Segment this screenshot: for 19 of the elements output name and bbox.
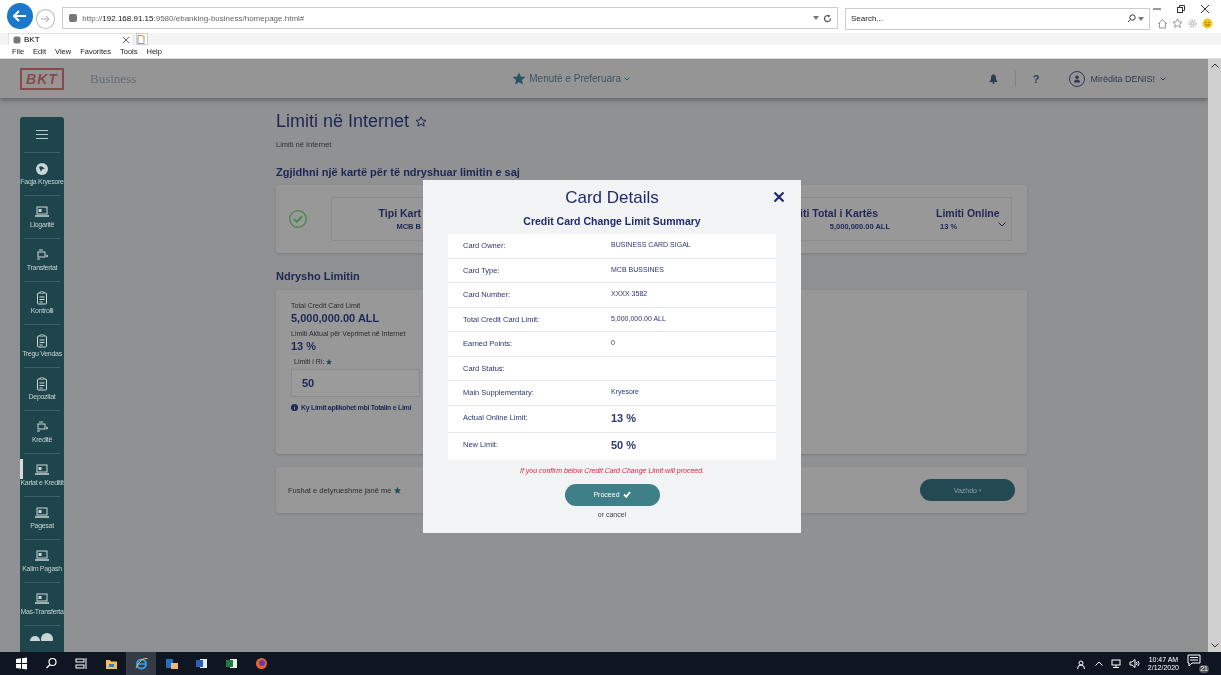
help-link[interactable]: ?: [1032, 72, 1040, 85]
section-heading: Ndrysho Limitin: [276, 270, 360, 282]
page-title: Limiti në Internet: [276, 111, 410, 132]
section-heading: Zgjidhni një kartë për të ndryshuar limitin e saj: [276, 166, 520, 178]
detail-value: 50 %: [611, 439, 637, 451]
field-value: 5,000,000.00 ALL: [291, 312, 380, 324]
address-bar[interactable]: http://192.168.91.15:9580/ebanking-business/homepage.html#: [62, 7, 838, 29]
limit-input[interactable]: 50: [291, 369, 420, 397]
browser-tab[interactable]: BKT: [8, 33, 134, 45]
search-field[interactable]: Search...: [845, 7, 1150, 30]
user-menu[interactable]: Mirëdita DENIS!: [1069, 70, 1166, 87]
dialog-subtitle: Credit Card Change Limit Summary: [523, 215, 701, 227]
card-column-heading: Limiti Online: [936, 207, 1001, 219]
card-column-heading: iti Total i Kartës: [800, 207, 878, 219]
card-column-heading: Tipi Kart: [377, 207, 421, 219]
url-text: http://192.168.91.15:9580/ebanking-business/homepage.html#: [82, 13, 306, 23]
field-value: 13 %: [291, 340, 317, 352]
detail-value: 13 %: [611, 411, 637, 424]
dialog-title: Card Details: [565, 188, 659, 208]
